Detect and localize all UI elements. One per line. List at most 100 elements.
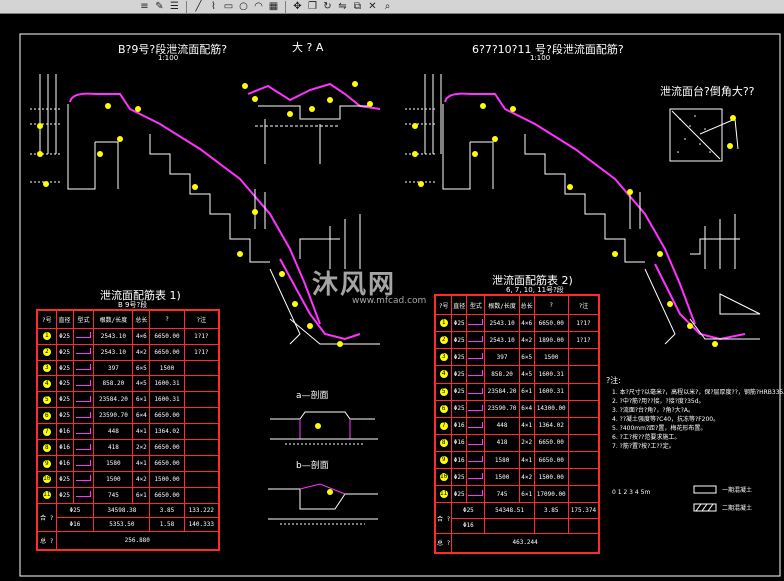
table-cell: 4×6 (518, 314, 535, 333)
table-cell: 4×1 (132, 423, 151, 441)
rotate-icon[interactable]: ↻ (321, 1, 334, 13)
table-cell: 418 (484, 433, 520, 453)
section-b-title: b—剖面 (296, 461, 329, 471)
erase-icon[interactable]: ✕ (366, 1, 379, 13)
right-table-body: 1 Φ25 2543.10 4×6 6650.00 1?1? 2 Φ25 2543.10 4×2 1… (434, 314, 600, 504)
legend-box-1 (693, 485, 717, 494)
total-label: 合 ? (434, 502, 453, 534)
match-properties-icon[interactable]: ✎ (153, 1, 166, 13)
table-row: 2 Φ25 2543.10 4×2 1890.00 1?1? (434, 331, 600, 350)
move-icon[interactable]: ✥ (291, 1, 304, 13)
copy-icon[interactable]: ❐ (306, 1, 319, 13)
table-cell (183, 359, 220, 377)
table-cell: 448 (93, 423, 134, 441)
table-row: 9 Φ16 1580 4×1 6650.00 (37, 455, 220, 472)
header-cell: 总长 (518, 294, 535, 316)
line-icon[interactable]: ╱ (192, 1, 205, 13)
row-number-cell: 9 (37, 455, 57, 472)
scale-bar-label: 0 1 2 3 4 5m (612, 489, 651, 496)
grand-total-value: 463.244 (451, 532, 599, 554)
table-cell: 23584.20 (484, 382, 520, 401)
table-row: 1 Φ25 2543.10 4×6 6650.00 1?1? (434, 314, 600, 333)
rebar-shape-icon (75, 332, 91, 339)
zoom-icon[interactable]: ⌕ (381, 1, 394, 13)
hatch-icon[interactable]: ▦ (267, 1, 280, 13)
total-cell: 5353.50 (93, 517, 151, 533)
table-cell: 2543.10 (484, 331, 520, 350)
list-icon[interactable]: ☰ (168, 1, 181, 13)
rectangle-icon[interactable]: ▭ (222, 1, 235, 13)
shape-cell (72, 439, 95, 457)
rebar-shape-icon (75, 459, 91, 466)
shape-cell (72, 471, 95, 488)
table-cell: 1600.31 (533, 382, 569, 401)
offset-icon[interactable]: ⧉ (351, 1, 364, 13)
note-line: 7. ?筋?置?按?工??定。 (612, 443, 675, 450)
mirror-icon[interactable]: ⇋ (336, 1, 349, 13)
table-cell (567, 468, 600, 487)
table-row: 1 Φ25 2543.10 4×6 6650.00 1?1? (37, 327, 220, 345)
rebar-shape-icon (468, 370, 484, 377)
table-cell: 4×2 (518, 331, 535, 350)
rebar-shape-icon (468, 456, 484, 463)
table-cell: 1500.00 (533, 468, 569, 487)
table-cell: 745 (484, 485, 520, 504)
polyline-icon[interactable]: ⌇ (207, 1, 220, 13)
table-cell: 6×1 (132, 391, 151, 409)
layer-icon[interactable]: ≡ (138, 1, 151, 13)
total-cell: 54348.51 (484, 502, 535, 519)
section-a-drawing (270, 411, 378, 445)
table-row: 7 Φ16 448 4×1 1364.02 (37, 423, 220, 441)
right-section-scale: 1:100 (530, 54, 551, 62)
table-cell: 858.20 (93, 375, 134, 393)
table-cell: 1580 (484, 451, 520, 470)
rebar-number-marker: 8 (439, 438, 448, 447)
table-cell: 1500 (93, 471, 134, 488)
total-cell: 133.222 (183, 502, 220, 519)
table-cell: Φ25 (55, 471, 74, 488)
table-cell: 1?1? (567, 331, 600, 350)
rebar-shape-icon (75, 427, 91, 434)
table-cell: 1364.02 (149, 423, 185, 441)
rebar-number-marker: 9 (439, 456, 448, 465)
row-number-cell: 4 (434, 365, 453, 384)
circle-icon[interactable]: ○ (237, 1, 250, 13)
shape-cell (466, 433, 486, 453)
table-total-row: Φ16 5353.50 1.58 140.333 (38, 517, 220, 533)
table-cell: 17090.00 (533, 485, 569, 504)
rebar-number-marker: 2 (42, 348, 51, 357)
table-cell (567, 416, 600, 435)
shape-cell (72, 359, 95, 377)
drawing-canvas[interactable]: B?9号?段泄流面配筋? 1:100 大 ? A 6?7?10?11 号?段泄流… (0, 14, 784, 581)
shape-cell (72, 423, 95, 441)
shape-cell (466, 485, 486, 504)
shape-cell (466, 331, 486, 350)
header-cell: 直径 (451, 294, 468, 316)
table-cell: 448 (484, 416, 520, 435)
shape-cell (466, 468, 486, 487)
total-cell: 140.333 (183, 517, 220, 533)
table-cell: Φ25 (55, 375, 74, 393)
table-row: 10 Φ25 1500 4×2 1500.00 (37, 471, 220, 488)
rebar-shape-icon (75, 348, 91, 355)
rebar-shape-icon (468, 490, 484, 497)
row-number-cell: 7 (434, 416, 453, 435)
shape-cell (466, 399, 486, 418)
row-number-cell: 2 (37, 343, 57, 361)
table-cell: 1500 (533, 348, 569, 367)
left-rebar-table: ?号 直径 型式 根数/长度 总长 ? ?注 1 Φ25 2543.10 4×6 665… (36, 309, 220, 551)
table-total-row: 合 ? Φ25 34598.38 3.85 133.222 (37, 502, 220, 533)
table-cell: 1364.02 (533, 416, 569, 435)
header-cell: ?注 (183, 310, 220, 329)
table-cell: 6650.00 (149, 486, 185, 504)
shape-cell (466, 365, 486, 384)
arc-icon[interactable]: ◠ (252, 1, 265, 13)
row-number-cell: 8 (37, 439, 57, 457)
row-number-cell: 6 (37, 407, 57, 425)
table-cell: 1600.31 (149, 391, 185, 409)
table-row: 2 Φ25 2543.10 4×2 6650.00 1?1? (37, 343, 220, 361)
note-line: 3. ?流面?台?角?，?角?大?A。 (612, 407, 695, 414)
row-number-cell: 7 (37, 423, 57, 441)
table-cell: Φ25 (55, 359, 74, 377)
note-line: 5. ?400mm?距?置，梅花形布置。 (612, 425, 707, 432)
